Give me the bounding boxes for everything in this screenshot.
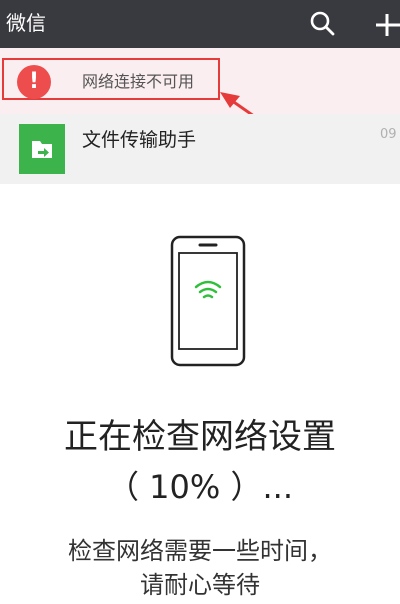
app-title: 微信 — [6, 11, 46, 35]
chat-name: 文件传输助手 — [82, 129, 197, 151]
network-check-desc-line2: 请耐心等待 — [140, 571, 260, 599]
network-check-description: 检查网络需要一些时间， 请耐心等待 — [0, 534, 400, 602]
file-transfer-icon — [32, 141, 52, 158]
search-icon[interactable] — [304, 6, 340, 42]
network-check-progress: （ 10% ）... — [107, 468, 293, 506]
network-warning-text: 网络连接不可用 — [82, 72, 195, 91]
network-check-desc-line1: 检查网络需要一些时间， — [68, 537, 332, 565]
avatar — [19, 124, 65, 174]
top-bar — [0, 0, 400, 48]
alert-icon: ! — [17, 65, 51, 99]
phone-icon — [170, 235, 246, 367]
plus-icon[interactable] — [372, 6, 400, 42]
network-check-title: 正在检查网络设置 — [64, 417, 336, 457]
chat-time: 09 — [380, 127, 397, 142]
